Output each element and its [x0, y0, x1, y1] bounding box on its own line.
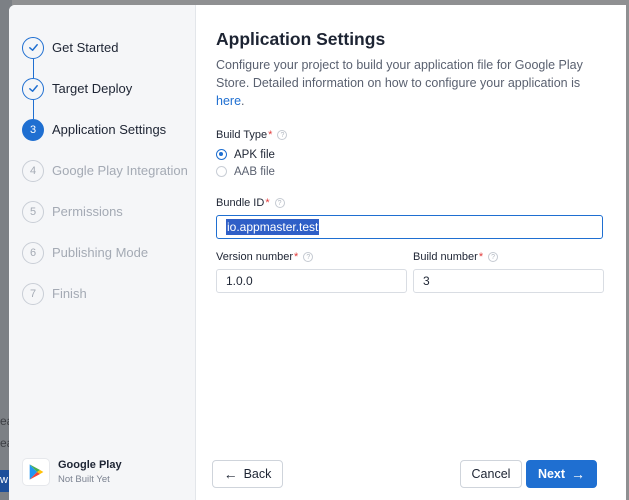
help-icon[interactable]: ?	[488, 252, 499, 262]
version-number-input[interactable]: 1.0.0	[216, 269, 407, 293]
store-status: Google Play Not Built Yet	[22, 458, 122, 486]
app-settings-modal: Get Started Target Deploy 3 Application …	[9, 5, 626, 500]
build-number-label: Build number * ?	[413, 251, 604, 263]
build-type-label: Build Type * ?	[216, 129, 606, 141]
build-number-input[interactable]: 3	[413, 269, 604, 293]
step-connector	[33, 100, 34, 119]
help-icon[interactable]: ?	[277, 130, 288, 140]
cancel-button[interactable]: Cancel	[460, 460, 522, 488]
settings-panel: Application Settings Configure your proj…	[196, 5, 626, 500]
store-build-status: Not Built Yet	[58, 474, 110, 485]
arrow-right-icon: →	[571, 466, 586, 482]
build-type-aab-option[interactable]: AAB file	[216, 163, 606, 180]
build-number-group: Build number * ? 3	[413, 251, 604, 293]
step-number: 3	[22, 118, 44, 141]
check-icon	[22, 77, 44, 100]
step-application-settings[interactable]: 3 Application Settings	[9, 109, 195, 150]
help-icon[interactable]: ?	[274, 198, 285, 208]
build-type-apk-option[interactable]: APK file	[216, 146, 606, 163]
step-get-started[interactable]: Get Started	[9, 27, 195, 68]
check-icon	[22, 36, 44, 59]
step-label: Application Settings	[52, 122, 167, 137]
back-button[interactable]: ← Back	[212, 460, 283, 488]
step-label: Permissions	[52, 204, 123, 219]
step-number: 7	[22, 282, 44, 305]
radio-checked[interactable]	[216, 149, 227, 160]
step-target-deploy[interactable]: Target Deploy	[9, 68, 195, 109]
store-name: Google Play	[58, 459, 122, 471]
google-play-icon	[22, 458, 50, 486]
bundle-id-input[interactable]: io.appmaster.test	[216, 215, 603, 239]
next-button[interactable]: Next →	[526, 460, 597, 488]
docs-link[interactable]: here	[216, 94, 241, 108]
step-number: 6	[22, 241, 44, 264]
step-permissions[interactable]: 5 Permissions	[9, 191, 195, 232]
step-label: Get Started	[52, 40, 119, 55]
step-google-play-integration[interactable]: 4 Google Play Integration	[9, 150, 195, 191]
page-title: Application Settings	[216, 29, 386, 49]
arrow-left-icon: ←	[223, 466, 238, 482]
help-icon[interactable]: ?	[303, 252, 314, 262]
step-finish[interactable]: 7 Finish	[9, 273, 195, 314]
bundle-id-label: Bundle ID * ?	[216, 197, 606, 209]
step-label: Finish	[52, 286, 87, 301]
step-label: Google Play Integration	[52, 163, 188, 178]
version-row: Version number * ? 1.0.0 Build number * ? …	[216, 251, 606, 293]
step-number: 5	[22, 200, 44, 223]
radio-unchecked[interactable]	[216, 166, 227, 177]
step-number: 4	[22, 159, 44, 182]
build-type-group: Build Type * ? APK file AAB file	[216, 129, 606, 180]
radio-label: AAB file	[234, 165, 275, 178]
bundle-id-group: Bundle ID * ? io.appmaster.test	[216, 197, 606, 239]
stepper-sidebar: Get Started Target Deploy 3 Application …	[9, 5, 196, 500]
step-label: Target Deploy	[52, 81, 133, 96]
version-number-label: Version number * ?	[216, 251, 407, 263]
page-description: Configure your project to build your app…	[216, 58, 583, 108]
radio-label: APK file	[234, 148, 275, 161]
bundle-id-value: io.appmaster.test	[226, 219, 320, 235]
step-connector	[33, 59, 34, 78]
step-publishing-mode[interactable]: 6 Publishing Mode	[9, 232, 195, 273]
step-label: Publishing Mode	[52, 245, 149, 260]
version-number-group: Version number * ? 1.0.0	[216, 251, 407, 293]
